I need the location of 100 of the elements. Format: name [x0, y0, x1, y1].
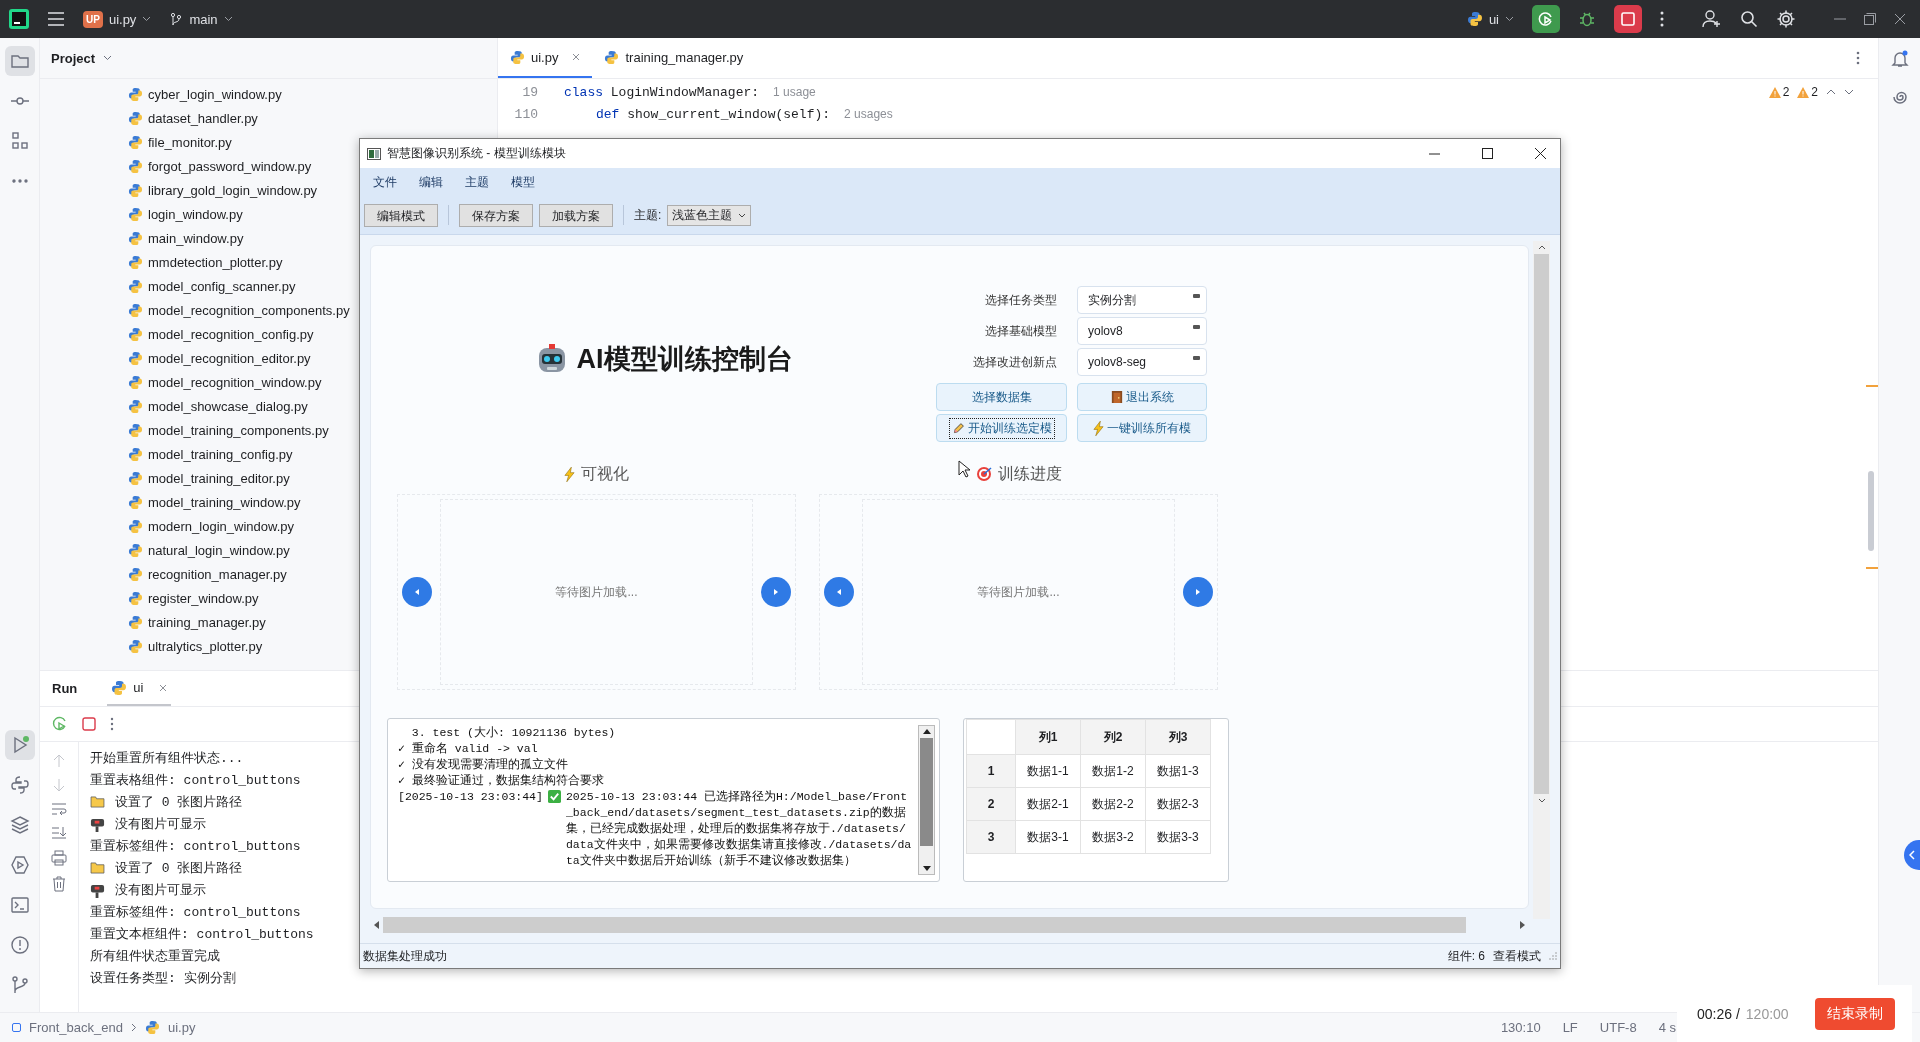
file-tree-item[interactable]: forgot_password_window.py — [148, 158, 312, 174]
file-tree-item[interactable]: dataset_handler.py — [148, 110, 258, 126]
file-tree-item[interactable]: model_recognition_window.py — [148, 374, 322, 390]
menu-item[interactable]: 编辑 — [410, 169, 452, 195]
file-tree-item[interactable]: cyber_login_window.py — [148, 86, 282, 102]
file-tree-item[interactable]: modern_login_window.py — [148, 518, 294, 534]
file-tree-item[interactable]: model_training_editor.py — [148, 470, 290, 486]
action-button[interactable]: 一键训练所有模 — [1077, 414, 1207, 442]
scroll-up-icon[interactable] — [1537, 245, 1546, 250]
dropdown-field[interactable]: yolov8 — [1077, 317, 1207, 345]
close-icon[interactable] — [1535, 148, 1546, 159]
run-tab[interactable]: ui — [107, 671, 172, 706]
rerun-button[interactable] — [1532, 5, 1560, 33]
previous-button[interactable] — [824, 577, 854, 607]
scrollbar-thumb[interactable] — [1868, 471, 1874, 551]
add-user-icon[interactable] — [1702, 9, 1722, 29]
run-config-selector[interactable]: ui — [1466, 11, 1514, 27]
app-logo-icon[interactable] — [9, 9, 29, 29]
bell-icon[interactable] — [1890, 50, 1909, 68]
dropdown-field[interactable]: yolov8-seg — [1077, 348, 1207, 376]
column-header[interactable]: 列2 — [1080, 719, 1146, 755]
file-tree-item[interactable]: mmdetection_plotter.py — [148, 254, 283, 270]
more-icon[interactable] — [1856, 51, 1860, 65]
action-button[interactable]: 开始训练选定模 — [936, 414, 1067, 442]
toolbar-button[interactable]: 加载方案 — [539, 203, 613, 227]
column-header[interactable]: 列3 — [1145, 719, 1211, 755]
menu-icon[interactable] — [47, 12, 65, 26]
chevron-down-icon[interactable] — [103, 55, 113, 61]
file-tree-item[interactable]: login_window.py — [148, 206, 243, 222]
editor-tab[interactable]: ui.py — [498, 38, 593, 78]
print-icon[interactable] — [51, 850, 67, 866]
file-tree-item[interactable]: model_recognition_editor.py — [148, 350, 311, 366]
breadcrumb[interactable]: ui.py — [167, 1020, 196, 1035]
action-button[interactable]: 选择数据集 — [936, 383, 1067, 411]
file-tree-item[interactable]: model_training_window.py — [148, 494, 301, 510]
file-tree-item[interactable]: model_config_scanner.py — [148, 278, 296, 294]
bug-icon[interactable] — [1578, 10, 1596, 28]
status-item[interactable]: 130:10 — [1500, 1020, 1541, 1035]
stop-button[interactable] — [1614, 5, 1642, 33]
settings-icon[interactable] — [1776, 9, 1796, 29]
scrollbar-thumb[interactable] — [1534, 254, 1549, 794]
trash-icon[interactable] — [52, 876, 66, 892]
restore-icon[interactable] — [1864, 13, 1876, 25]
more-icon[interactable] — [110, 717, 114, 731]
warning-count[interactable]: 2 — [1797, 85, 1818, 99]
dropdown-field[interactable]: 实例分割 — [1077, 286, 1207, 314]
minimize-icon[interactable] — [1429, 152, 1440, 155]
next-button[interactable] — [1183, 577, 1213, 607]
row-header[interactable]: 2 — [966, 787, 1016, 821]
rerun-icon[interactable] — [52, 716, 68, 732]
scroll-down-icon[interactable] — [922, 866, 931, 871]
warning-count[interactable]: 2 — [1768, 85, 1790, 99]
project-selector[interactable]: UP ui.py — [83, 10, 152, 28]
file-tree-item[interactable]: ultralytics_plotter.py — [148, 638, 263, 654]
vertical-scrollbar[interactable] — [1533, 241, 1550, 919]
scrollbar-thumb[interactable] — [920, 738, 933, 846]
row-header[interactable]: 3 — [966, 820, 1016, 854]
action-button[interactable]: 退出系统 — [1077, 383, 1207, 411]
scroll-up-icon[interactable] — [922, 729, 931, 734]
file-tree-item[interactable]: model_showcase_dialog.py — [148, 398, 308, 414]
stop-recording-button[interactable]: 结束录制 — [1814, 997, 1895, 1030]
file-tree-item[interactable]: file_monitor.py — [148, 134, 232, 150]
scrollbar[interactable] — [918, 725, 935, 875]
branch-selector[interactable]: main — [169, 11, 233, 27]
breadcrumb[interactable]: Front_back_end — [29, 1020, 123, 1035]
more-icon[interactable] — [1660, 11, 1664, 27]
chevron-up-icon[interactable] — [1826, 89, 1836, 95]
status-item[interactable]: 4 s — [1658, 1020, 1676, 1035]
editor-tab[interactable]: training_manager.py — [592, 38, 756, 78]
run-tool-button[interactable] — [4, 730, 35, 760]
resize-grip-icon[interactable] — [1549, 952, 1557, 960]
scroll-right-icon[interactable] — [1520, 921, 1525, 929]
chevron-down-icon[interactable] — [1844, 89, 1854, 95]
menu-item[interactable]: 文件 — [364, 169, 406, 195]
menu-item[interactable]: 主题 — [456, 169, 498, 195]
maximize-icon[interactable] — [1482, 148, 1493, 159]
previous-button[interactable] — [402, 577, 432, 607]
folder-tool-button[interactable] — [4, 46, 35, 76]
status-item[interactable]: UTF-8 — [1599, 1020, 1637, 1035]
row-header[interactable]: 1 — [966, 754, 1016, 788]
file-tree-item[interactable]: main_window.py — [148, 230, 244, 246]
scroll-to-end-icon[interactable] — [51, 826, 67, 840]
stop-icon[interactable] — [82, 717, 96, 731]
toolbar-button[interactable]: 编辑模式 — [364, 203, 438, 227]
file-tree-item[interactable]: model_recognition_components.py — [148, 302, 350, 318]
soft-wrap-icon[interactable] — [51, 802, 67, 816]
file-tree-item[interactable]: training_manager.py — [148, 614, 266, 630]
next-button[interactable] — [761, 577, 791, 607]
status-item[interactable]: LF — [1562, 1020, 1578, 1035]
file-tree-item[interactable]: natural_login_window.py — [148, 542, 290, 558]
file-tree-item[interactable]: model_recognition_config.py — [148, 326, 314, 342]
search-icon[interactable] — [1740, 10, 1758, 28]
scroll-down-icon[interactable] — [1537, 798, 1546, 803]
file-tree-item[interactable]: recognition_manager.py — [148, 566, 287, 582]
toolbar-button[interactable]: 保存方案 — [459, 203, 533, 227]
theme-dropdown[interactable]: 浅蓝色主题 — [667, 204, 752, 226]
menu-item[interactable]: 模型 — [502, 169, 544, 195]
file-tree-item[interactable]: model_training_config.py — [148, 446, 293, 462]
scroll-left-icon[interactable] — [374, 921, 379, 929]
column-header[interactable]: 列1 — [1015, 719, 1081, 755]
